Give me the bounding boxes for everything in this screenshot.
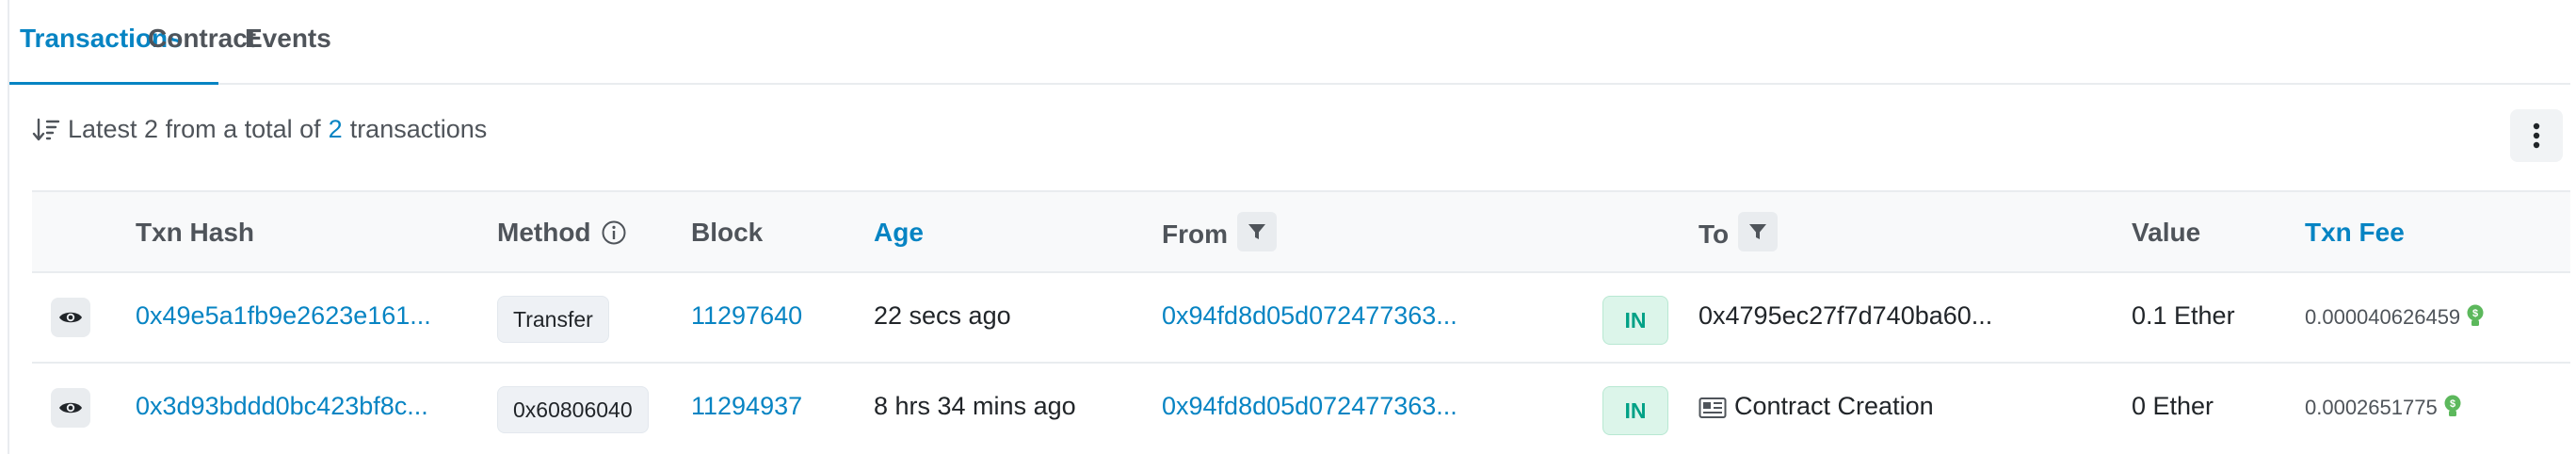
table-header: Txn Hash Method Block Age From To Value … [32,192,2570,273]
to-contract-creation-label: Contract Creation [1734,392,1934,420]
summary-prefix: Latest 2 from a total of [68,115,321,143]
from-filter-button[interactable] [1237,212,1277,251]
value-text: 0.1 Ether [2132,301,2235,330]
direction-badge: IN [1602,296,1668,345]
direction-badge: IN [1602,386,1668,435]
more-options-button[interactable] [2510,109,2563,162]
filter-icon [1248,224,1265,239]
txn-hash-link[interactable]: 0x3d93bddd0bc423bf8c... [136,392,428,421]
filter-icon [1749,224,1767,239]
eye-icon [59,402,82,413]
txn-fee-value: 0.000040626459 [2305,305,2461,329]
transactions-table: Txn Hash Method Block Age From To Value … [32,190,2570,454]
method-badge: 0x60806040 [497,386,649,433]
gas-bulb-icon[interactable]: $ [2466,303,2485,332]
tab-contract[interactable]: Contract [148,24,256,54]
value-text: 0 Ether [2132,392,2214,420]
header-txn-fee[interactable]: Txn Fee [2305,218,2405,248]
header-block: Block [691,218,764,247]
active-tab-indicator [9,82,218,85]
header-from: From [1162,212,1277,251]
header-value: Value [2132,218,2201,247]
gas-bulb-icon[interactable]: $ [2443,394,2462,422]
txn-fee-value: 0.0002651775 [2305,396,2438,419]
tab-events[interactable]: Events [245,24,331,54]
txn-fee: 0.0002651775 $ [2305,394,2462,422]
info-circle-icon[interactable] [601,219,627,246]
table-row: 0x3d93bddd0bc423bf8c... 0x60806040 11294… [32,365,2570,454]
preview-button[interactable] [51,388,90,428]
transactions-summary: Latest 2 from a total of 2 transactions [32,115,487,144]
summary-count: 2 [328,115,343,143]
method-badge: Transfer [497,296,609,343]
vertical-ellipsis-icon [2533,122,2540,149]
age-text: 8 hrs 34 mins ago [874,392,1076,420]
txn-hash-link[interactable]: 0x49e5a1fb9e2623e161... [136,301,431,331]
transactions-card: Transactions Contract Events Latest 2 fr… [8,0,2570,454]
to-contract-creation[interactable]: Contract Creation [1699,392,1934,421]
from-address-link[interactable]: 0x94fd8d05d072477363... [1162,301,1457,331]
summary-suffix: transactions [349,115,488,143]
tab-bar: Transactions Contract Events [9,0,2570,85]
header-method: Method [497,218,627,248]
table-row: 0x49e5a1fb9e2623e161... Transfer 1129764… [32,275,2570,364]
header-txn-hash: Txn Hash [136,218,255,247]
to-filter-button[interactable] [1738,212,1779,251]
txn-fee: 0.000040626459 $ [2305,303,2485,332]
header-age[interactable]: Age [874,218,924,248]
svg-text:$: $ [2450,398,2455,410]
eye-icon [59,312,82,323]
from-address-link[interactable]: 0x94fd8d05d072477363... [1162,392,1457,421]
preview-button[interactable] [51,298,90,337]
sort-descending-icon [32,118,60,140]
to-address-text[interactable]: 0x4795ec27f7d740ba60... [1699,301,1992,331]
header-to: To [1699,212,1779,251]
age-text: 22 secs ago [874,301,1011,330]
block-link[interactable]: 11294937 [691,392,802,421]
contract-document-icon [1699,397,1727,418]
svg-text:$: $ [2472,308,2478,319]
block-link[interactable]: 11297640 [691,301,802,331]
